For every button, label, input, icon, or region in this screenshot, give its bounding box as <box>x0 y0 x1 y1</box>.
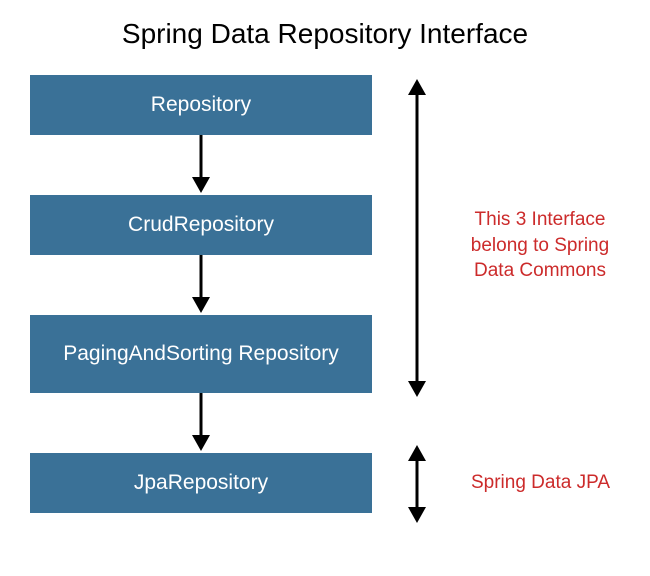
node-label: PagingAndSorting Repository <box>63 341 339 367</box>
bracket-arrow-icon <box>402 79 432 402</box>
node-label: CrudRepository <box>128 212 274 238</box>
bracket-arrow-icon <box>402 445 432 528</box>
node-label: Repository <box>151 92 251 118</box>
page-title: Spring Data Repository Interface <box>0 0 650 70</box>
node-repository: Repository <box>30 75 372 135</box>
node-crud-repository: CrudRepository <box>30 195 372 255</box>
arrow-down-icon <box>189 135 213 200</box>
node-label: JpaRepository <box>134 470 268 496</box>
annotation-data-commons: This 3 Interface belong to Spring Data C… <box>450 207 630 284</box>
annotation-data-jpa: Spring Data JPA <box>448 470 633 496</box>
node-jpa-repository: JpaRepository <box>30 453 372 513</box>
node-paging-sorting-repository: PagingAndSorting Repository <box>30 315 372 393</box>
arrow-down-icon <box>189 393 213 458</box>
arrow-down-icon <box>189 255 213 320</box>
